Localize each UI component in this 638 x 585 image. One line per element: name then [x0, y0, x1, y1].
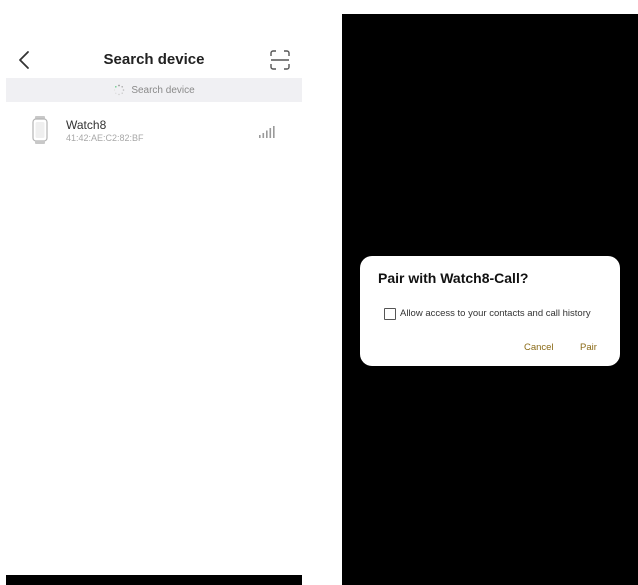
bottom-navigation-bar: [6, 575, 302, 585]
pairing-screen: Pair with Watch8-Call? Allow access to y…: [342, 14, 638, 585]
cancel-button[interactable]: Cancel: [524, 342, 554, 353]
pair-dialog: Pair with Watch8-Call? Allow access to y…: [360, 256, 620, 366]
watch-icon: [32, 116, 48, 144]
spinner-icon: [114, 84, 125, 96]
device-name: Watch8: [66, 118, 107, 132]
top-nav-bar: Search device: [6, 44, 302, 78]
allow-access-checkbox[interactable]: [384, 308, 396, 320]
scan-frame-icon: [270, 50, 290, 70]
scan-button[interactable]: [268, 48, 292, 72]
search-status-banner: Search device: [6, 78, 302, 102]
signal-strength-icon: [259, 126, 275, 138]
dialog-title: Pair with Watch8-Call?: [378, 270, 529, 286]
search-device-screen: Search device Search device Watch8 41:42…: [6, 0, 302, 585]
screenshot-root: Search device Search device Watch8 41:42…: [0, 0, 638, 585]
pair-button[interactable]: Pair: [580, 342, 597, 353]
allow-access-label[interactable]: Allow access to your contacts and call h…: [400, 308, 591, 319]
page-title: Search device: [103, 51, 205, 68]
device-list-item[interactable]: Watch8 41:42:AE:C2:82:BF: [6, 112, 302, 152]
device-mac-address: 41:42:AE:C2:82:BF: [66, 133, 144, 143]
search-status-text: Search device: [131, 84, 195, 96]
